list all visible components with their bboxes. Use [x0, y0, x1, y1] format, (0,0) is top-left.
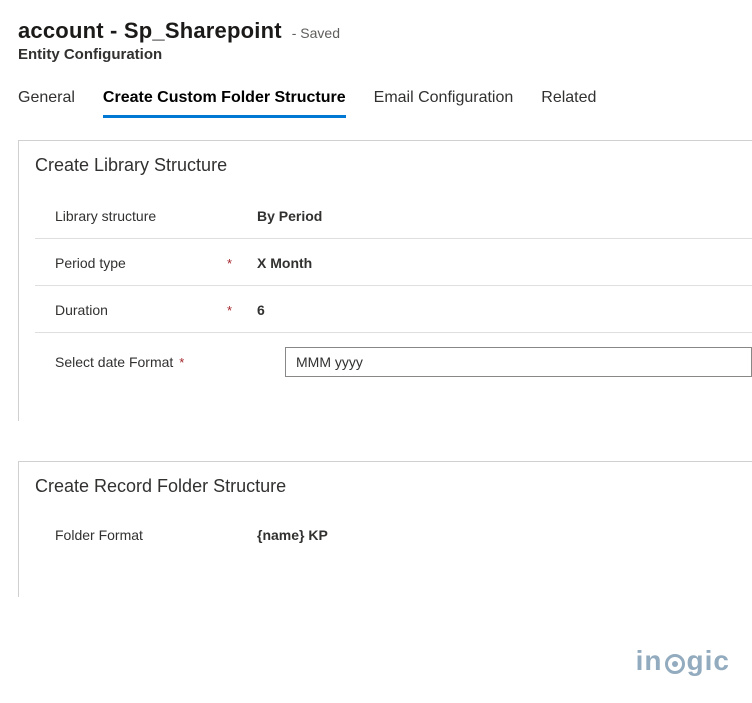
section-title-record: Create Record Folder Structure — [35, 476, 752, 497]
required-icon: * — [227, 303, 232, 318]
value-folder-format: {name} KP — [255, 527, 752, 543]
field-library-structure[interactable]: Library structure By Period — [35, 192, 752, 239]
label-library-structure: Library structure — [55, 208, 225, 224]
save-status: - Saved — [292, 25, 340, 41]
label-select-date-format: Select date Format * — [55, 354, 225, 370]
date-format-value: MMM yyyy — [296, 354, 363, 370]
required-icon: * — [179, 355, 184, 370]
date-format-select[interactable]: MMM yyyy — [285, 347, 752, 377]
inogic-watermark: ingic — [636, 645, 730, 677]
label-folder-format: Folder Format — [55, 527, 225, 543]
field-select-date-format[interactable]: Select date Format * MMM yyyy — [35, 333, 752, 391]
label-duration: Duration — [55, 302, 225, 318]
field-period-type[interactable]: Period type * X Month — [35, 239, 752, 286]
section-title-library: Create Library Structure — [35, 155, 752, 176]
tab-related[interactable]: Related — [541, 89, 596, 118]
tab-create-custom-folder-structure[interactable]: Create Custom Folder Structure — [103, 89, 346, 118]
label-period-type: Period type — [55, 255, 225, 271]
page-title: account - Sp_Sharepoint — [18, 18, 282, 44]
value-library-structure: By Period — [255, 208, 752, 224]
value-duration: 6 — [255, 302, 752, 318]
watermark-ring-icon — [665, 654, 685, 674]
create-record-folder-structure-panel: Create Record Folder Structure Folder Fo… — [18, 461, 752, 597]
required-icon: * — [227, 256, 232, 271]
entity-subtitle: Entity Configuration — [18, 46, 752, 63]
tab-email-configuration[interactable]: Email Configuration — [374, 89, 514, 118]
tabs-bar: General Create Custom Folder Structure E… — [18, 89, 752, 118]
field-duration[interactable]: Duration * 6 — [35, 286, 752, 333]
tab-general[interactable]: General — [18, 89, 75, 118]
value-period-type: X Month — [255, 255, 752, 271]
create-library-structure-panel: Create Library Structure Library structu… — [18, 140, 752, 421]
field-folder-format[interactable]: Folder Format {name} KP — [35, 513, 752, 557]
